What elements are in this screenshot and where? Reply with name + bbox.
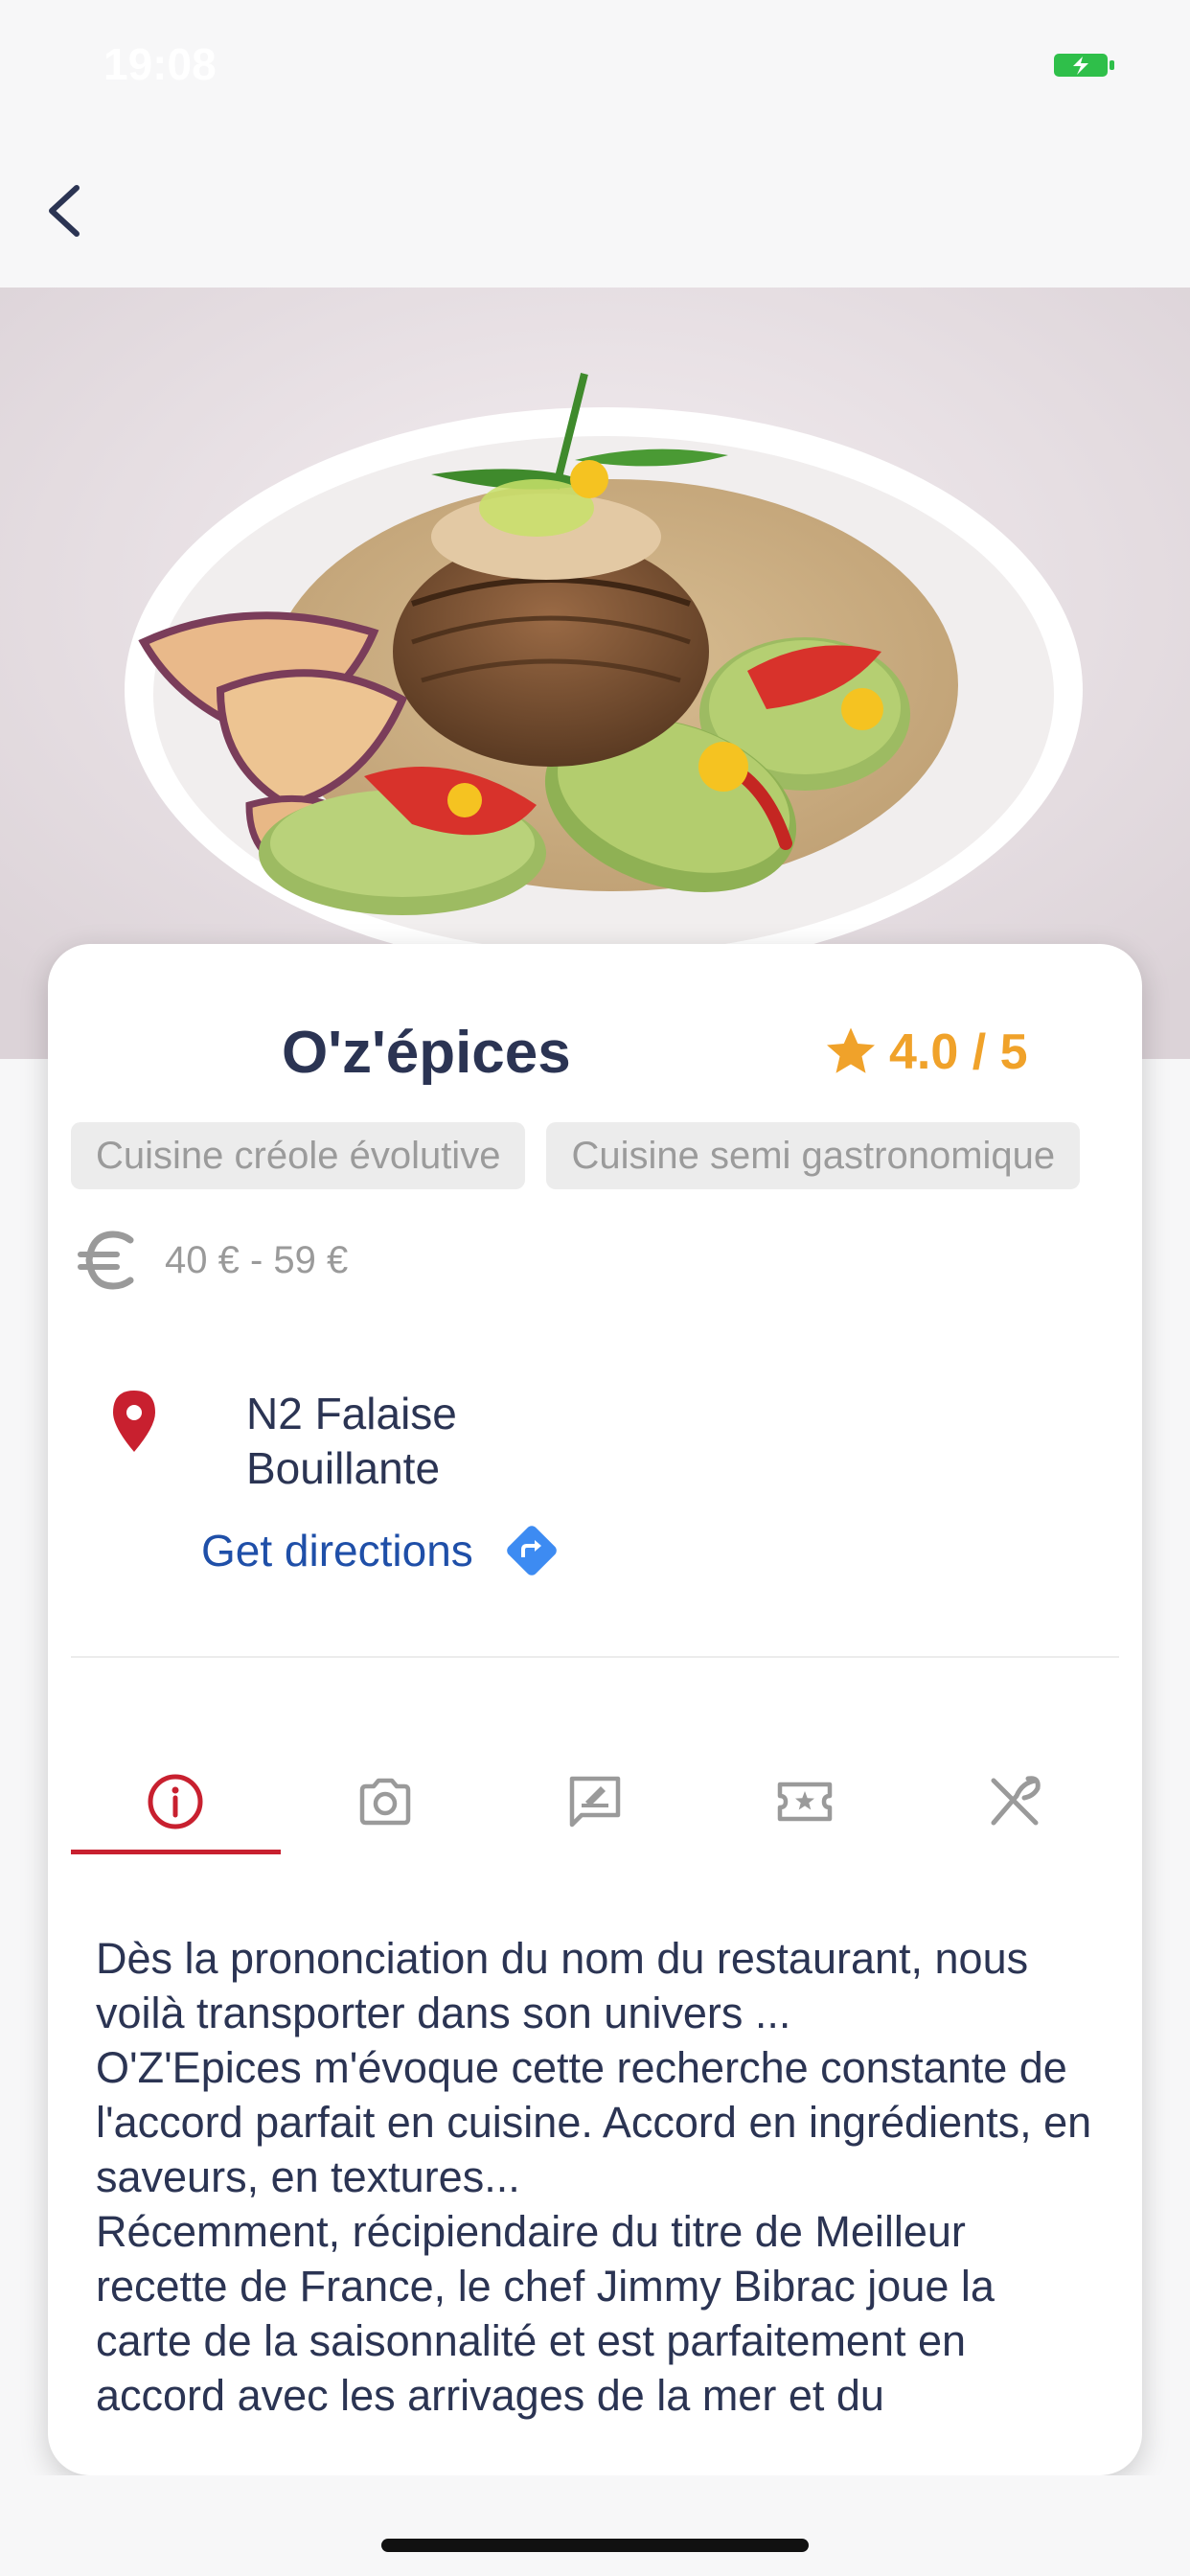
cuisine-tag: Cuisine semi gastronomique — [546, 1122, 1081, 1189]
chevron-left-icon — [49, 185, 80, 237]
ticket-star-icon — [777, 1782, 833, 1822]
detail-tabs — [71, 1749, 1119, 1854]
description-paragraph: Récemment, récipiendaire du titre de Mei… — [96, 2207, 995, 2420]
description-paragraph: Dès la prononciation du nom du restauran… — [96, 1934, 1029, 2037]
bottom-safe-area — [0, 2475, 1190, 2576]
tab-menu[interactable] — [909, 1749, 1119, 1854]
status-bar: 19:08 — [0, 0, 1190, 134]
tab-offers[interactable] — [699, 1749, 909, 1854]
cuisine-tag: Cuisine créole évolutive — [71, 1122, 526, 1189]
address-line-2: Bouillante — [246, 1443, 441, 1493]
battery-icon — [1054, 54, 1114, 77]
home-indicator[interactable] — [381, 2539, 809, 2552]
price-range: 40 € - 59 € — [75, 1227, 348, 1294]
status-time: 19:08 — [103, 39, 217, 89]
review-icon — [569, 1776, 621, 1828]
description-paragraph: O'Z'Epices m'évoque cette recherche cons… — [96, 2043, 1092, 2201]
price-range-text: 40 € - 59 € — [165, 1238, 349, 1281]
cuisine-tags[interactable]: Cuisine créole évolutive Cuisine semi gas… — [71, 1122, 1119, 1191]
navigation-header — [0, 134, 1190, 288]
location-pin-icon — [113, 1391, 155, 1452]
restaurant-info-card: O'z'épices 4.0 / 5 Cuisine créole évolut… — [48, 944, 1142, 2475]
camera-icon — [359, 1778, 411, 1826]
rating: 4.0 / 5 — [822, 1017, 1028, 1088]
restaurant-description: Dès la prononciation du nom du restauran… — [96, 1931, 1102, 2437]
tab-reviews[interactable] — [491, 1749, 700, 1854]
get-directions-label: Get directions — [201, 1526, 473, 1576]
euro-icon — [78, 1230, 134, 1290]
directions-icon — [506, 1526, 557, 1576]
star-icon — [827, 1027, 875, 1073]
tab-photos[interactable] — [281, 1749, 491, 1854]
get-directions-link[interactable]: Get directions — [201, 1519, 563, 1582]
back-button[interactable] — [29, 172, 105, 249]
restaurant-name: O'z'épices — [282, 1020, 571, 1086]
divider — [71, 1656, 1119, 1658]
cutlery-icon — [991, 1776, 1041, 1826]
rating-value: 4.0 / 5 — [889, 1024, 1028, 1080]
address-line-1: N2 Falaise — [246, 1389, 457, 1438]
info-icon — [148, 1774, 203, 1829]
tab-info[interactable] — [71, 1749, 281, 1854]
